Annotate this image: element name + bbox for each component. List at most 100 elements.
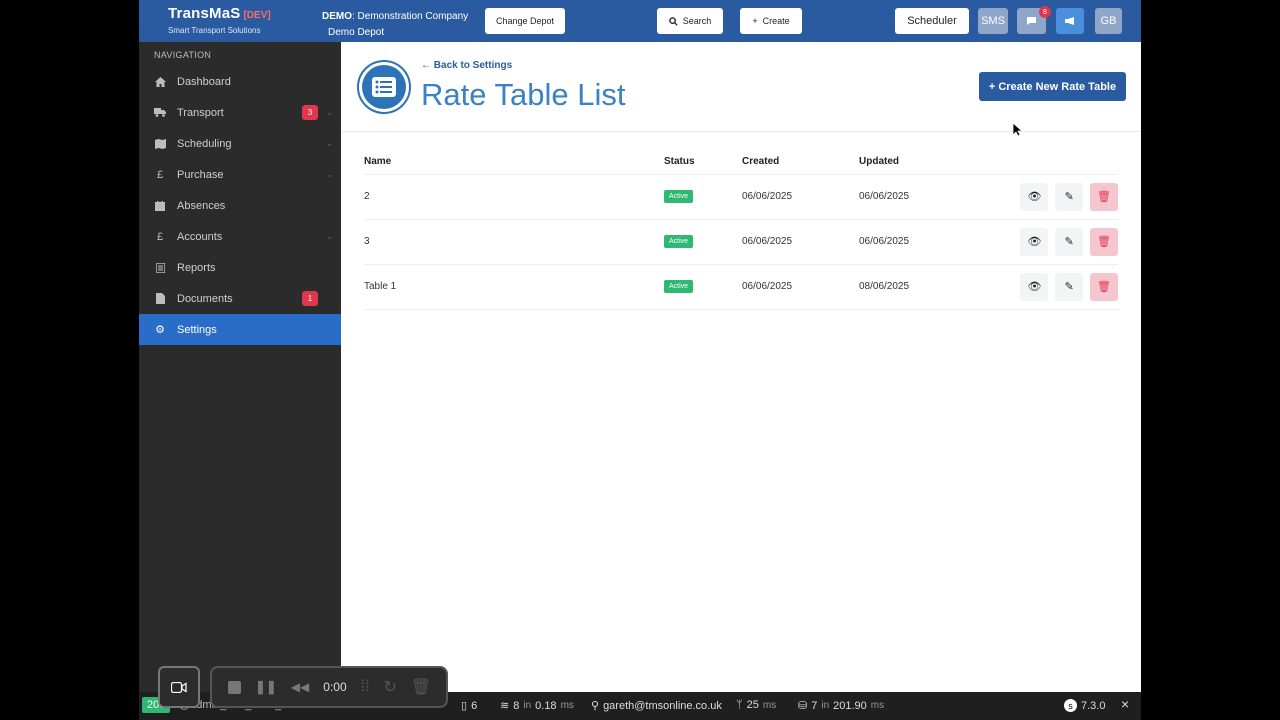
database-stats[interactable]: ⛁ 7 in 201.90 ms — [798, 699, 885, 713]
trash-icon: 🗑 — [1097, 191, 1111, 203]
sidebar-item-dashboard[interactable]: Dashboard — [139, 66, 341, 97]
twig-stats[interactable]: ᛘ 25 ms — [736, 699, 776, 711]
create-new-rate-table-button[interactable]: + Create New Rate Table — [979, 72, 1126, 101]
twig-time-value: 25 — [746, 699, 759, 711]
chevron-down-icon: ⌄ — [326, 108, 333, 117]
table-row: 3 Active 06/06/2025 06/06/2025 👁 ✎ 🗑 — [364, 219, 1118, 265]
calendar-icon — [154, 200, 166, 212]
edit-button[interactable]: ✎ — [1055, 182, 1084, 211]
user-icon: ⚲ — [591, 700, 600, 712]
edit-icon: ✎ — [1064, 236, 1074, 248]
search-button[interactable]: Search — [657, 8, 723, 34]
pause-icon[interactable]: ❚❚ — [255, 679, 277, 695]
delete-button[interactable]: 🗑 — [1090, 182, 1118, 211]
change-depot-button[interactable]: Change Depot — [485, 8, 565, 34]
layers-icon: ≋ — [500, 700, 510, 712]
cell-name: 2 — [364, 174, 664, 220]
back-link-label: Back to Settings — [433, 60, 513, 71]
plus-icon: + — [752, 16, 758, 26]
transport-badge: 3 — [302, 105, 318, 120]
eye-icon: 👁 — [1027, 236, 1042, 248]
cache-count-value: 8 — [513, 699, 520, 712]
delete-button[interactable]: 🗑 — [1090, 227, 1118, 256]
scheduler-button[interactable]: Scheduler — [895, 8, 969, 34]
sidebar-item-transport[interactable]: Transport 3 ⌄ — [139, 97, 341, 128]
user-avatar-button[interactable]: GB — [1095, 8, 1122, 34]
sms-button[interactable]: SMS — [978, 8, 1008, 34]
edit-button[interactable]: ✎ — [1055, 272, 1084, 301]
messages-badge: 8 — [1039, 6, 1051, 18]
trash-icon[interactable]: 🗑 — [411, 677, 431, 697]
sidebar-item-reports[interactable]: Reports — [139, 252, 341, 283]
rewind-icon[interactable]: ◀◀ — [291, 680, 309, 694]
chevron-down-icon: ⌄ — [326, 170, 333, 179]
announcements-button[interactable] — [1056, 8, 1084, 34]
top-bar: TransMaS [DEV] Smart Transport Solutions … — [139, 0, 1141, 42]
sidebar-item-accounts[interactable]: £ Accounts ⌄ — [139, 221, 341, 252]
rate-table-list: Name Status Created Updated 2 Active 06/… — [364, 150, 1118, 310]
megaphone-icon — [1065, 17, 1074, 25]
cache-in-label: in — [523, 700, 532, 711]
create-new-rate-table-label: Create New Rate Table — [998, 80, 1117, 93]
delete-button[interactable]: 🗑 — [1090, 272, 1118, 301]
sidebar-item-settings[interactable]: ⚙ Settings — [139, 314, 341, 345]
column-header-actions — [979, 150, 1118, 175]
sidebar-item-absences[interactable]: Absences — [139, 190, 341, 221]
sidebar-item-label: Dashboard — [177, 75, 231, 88]
view-button[interactable]: 👁 — [1020, 272, 1049, 301]
cache-stats[interactable]: ≋ 8 in 0.18 ms — [500, 699, 574, 713]
camera-button[interactable] — [158, 666, 200, 708]
database-icon: ⛁ — [798, 700, 808, 712]
view-button[interactable]: 👁 — [1020, 182, 1049, 211]
files-count[interactable]: ▯ 6 — [461, 699, 477, 713]
app-window: TransMaS [DEV] Smart Transport Solutions … — [139, 0, 1141, 692]
stop-icon[interactable] — [228, 680, 241, 694]
sidebar-item-label: Settings — [177, 323, 217, 336]
close-icon[interactable]: × — [1121, 696, 1129, 712]
chat-icon — [1027, 17, 1036, 25]
symfony-version[interactable]: s 7.3.0 — [1064, 699, 1105, 712]
list-icon — [357, 60, 411, 114]
brand-tagline: Smart Transport Solutions — [168, 26, 261, 35]
db-in-label: in — [821, 700, 830, 711]
logged-in-user[interactable]: ⚲ gareth@tmsonline.co.uk — [591, 699, 722, 713]
create-label: Create — [762, 16, 790, 26]
table-header-row: Name Status Created Updated — [364, 150, 1118, 175]
db-unit-label: ms — [870, 700, 885, 711]
db-time-value: 201.90 — [833, 699, 867, 712]
pound-icon: £ — [156, 230, 164, 243]
messages-button[interactable]: 8 — [1017, 6, 1051, 34]
restart-icon[interactable]: ↻ — [384, 677, 397, 697]
table-row: Table 1 Active 06/06/2025 08/06/2025 👁 ✎… — [364, 264, 1118, 310]
edit-button[interactable]: ✎ — [1055, 227, 1084, 256]
document-icon — [154, 293, 166, 305]
back-to-settings-link[interactable]: ← Back to Settings — [421, 60, 512, 71]
grid-icon[interactable]: ⁞⁞ — [361, 678, 370, 696]
sidebar-item-documents[interactable]: Documents 1 — [139, 283, 341, 314]
recorder-toolbar: ❚❚ ◀◀ 0:00 ⁞⁞ ↻ 🗑 — [210, 666, 448, 708]
sidebar-item-purchase[interactable]: £ Purchase ⌄ — [139, 159, 341, 190]
cell-created: 06/06/2025 — [742, 219, 859, 265]
chevron-down-icon: ⌄ — [326, 139, 333, 148]
nav-heading: NAVIGATION — [154, 50, 212, 60]
documents-badge: 1 — [302, 291, 318, 306]
cell-name: Table 1 — [364, 264, 664, 310]
edit-icon: ✎ — [1064, 281, 1074, 293]
file-icon: ▯ — [461, 700, 468, 712]
cell-updated: 06/06/2025 — [859, 174, 979, 220]
brand[interactable]: TransMaS [DEV] Smart Transport Solutions — [168, 5, 271, 35]
column-header-created: Created — [742, 150, 859, 175]
truck-icon — [154, 107, 166, 119]
twig-unit-label: ms — [762, 699, 777, 711]
user-email: gareth@tmsonline.co.uk — [603, 699, 722, 712]
cell-updated: 06/06/2025 — [859, 219, 979, 265]
sidebar-item-scheduling[interactable]: Scheduling ⌄ — [139, 128, 341, 159]
view-button[interactable]: 👁 — [1020, 227, 1049, 256]
sidebar: NAVIGATION Dashboard Transport 3 ⌄ Sched… — [139, 42, 341, 692]
plus-icon: + — [988, 80, 996, 93]
arrow-left-icon: ← — [421, 60, 431, 71]
create-button[interactable]: + Create — [740, 8, 802, 34]
report-icon — [154, 262, 166, 274]
gear-icon: ⚙ — [155, 324, 165, 336]
column-header-status: Status — [664, 150, 742, 175]
